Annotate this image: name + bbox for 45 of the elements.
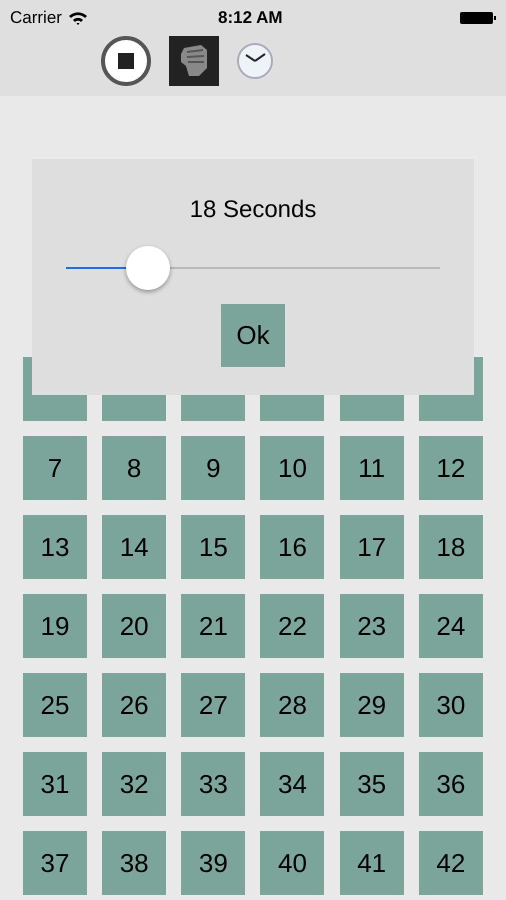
number-tile[interactable]: 21 xyxy=(181,594,246,658)
stop-icon[interactable] xyxy=(101,36,151,86)
number-tile[interactable]: 40 xyxy=(260,831,324,895)
number-tile[interactable]: 33 xyxy=(181,752,246,816)
number-tile[interactable]: 37 xyxy=(23,831,87,895)
number-tile[interactable]: 14 xyxy=(102,515,166,579)
number-tile[interactable]: 39 xyxy=(181,831,246,895)
ok-button[interactable]: Ok xyxy=(221,304,285,367)
number-tile[interactable]: 42 xyxy=(418,831,483,895)
clock-icon[interactable] xyxy=(237,43,273,79)
carrier-label: Carrier xyxy=(10,7,62,30)
number-tile[interactable]: 13 xyxy=(23,515,87,579)
number-tile[interactable]: 23 xyxy=(340,594,404,658)
number-tile[interactable]: 26 xyxy=(102,673,166,737)
duration-slider[interactable] xyxy=(66,246,440,290)
number-tile[interactable]: 30 xyxy=(418,673,483,737)
number-tile[interactable]: 28 xyxy=(260,673,324,737)
number-tile[interactable]: 20 xyxy=(102,594,166,658)
number-tile[interactable]: 34 xyxy=(260,752,324,816)
number-tile[interactable]: 17 xyxy=(340,515,404,579)
number-tile[interactable]: 7 xyxy=(23,436,87,500)
dialog-title: 18 Seconds xyxy=(190,195,316,225)
number-tile[interactable]: 9 xyxy=(181,436,246,500)
number-tile[interactable]: 8 xyxy=(102,436,166,500)
number-tile[interactable]: 16 xyxy=(260,515,324,579)
number-tile[interactable]: 25 xyxy=(23,673,87,737)
number-tile[interactable]: 32 xyxy=(102,752,166,816)
number-tile[interactable]: 27 xyxy=(181,673,246,737)
number-tile[interactable]: 38 xyxy=(102,831,166,895)
clock-time: 8:12 AM xyxy=(218,7,283,30)
number-tile[interactable]: 31 xyxy=(23,752,87,816)
number-tile[interactable]: 22 xyxy=(260,594,324,658)
number-tile[interactable]: 18 xyxy=(418,515,483,579)
number-tile[interactable]: 15 xyxy=(181,515,246,579)
number-tile[interactable]: 12 xyxy=(418,436,483,500)
battery-icon xyxy=(460,11,496,25)
number-tile[interactable]: 24 xyxy=(418,594,483,658)
number-tile[interactable]: 29 xyxy=(340,673,404,737)
number-tile[interactable]: 36 xyxy=(418,752,483,816)
number-tile[interactable]: 19 xyxy=(23,594,87,658)
number-tile[interactable]: 41 xyxy=(340,831,404,895)
number-tile[interactable]: 10 xyxy=(260,436,324,500)
number-tile[interactable]: 35 xyxy=(340,752,404,816)
number-tile[interactable]: 11 xyxy=(340,436,404,500)
wifi-icon xyxy=(68,11,88,25)
